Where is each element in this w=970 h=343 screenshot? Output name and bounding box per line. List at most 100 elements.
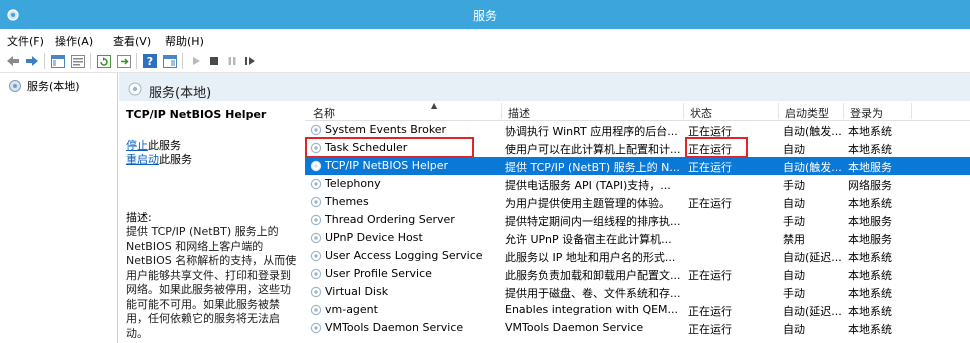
service-status: 正在运行 (688, 323, 732, 336)
service-description: VMTools Daemon Service (505, 321, 644, 334)
service-description: 协调执行 WinRT 应用程序的后台... (505, 125, 678, 138)
services-list: 名称 ▲ 描述 状态 启动类型 登录为 System Events Broker… (305, 101, 970, 343)
stop-service-link[interactable]: 停止 (126, 139, 148, 152)
start-service-icon[interactable] (188, 53, 204, 69)
services-gear-icon (9, 80, 21, 92)
back-arrow-icon[interactable] (5, 53, 21, 69)
tree-item-services-local[interactable]: 服务(本地) (8, 78, 80, 94)
restart-service-link[interactable]: 重启动 (126, 153, 159, 166)
service-rows: System Events Broker 协调执行 WinRT 应用程序的后台..… (305, 121, 970, 337)
console-tree-icon[interactable] (50, 53, 66, 69)
service-log-on-as: 本地系统 (848, 305, 892, 318)
content-area: 服务(本地) TCP/IP NetBIOS Helper 停止此服务 重启动此服… (119, 73, 970, 343)
service-log-on-as: 本地服务 (848, 233, 892, 246)
table-row[interactable]: Task Scheduler 使用户可以在此计算机上配置和计... 正在运行 自动 本地… (305, 139, 970, 157)
description-label: 描述: (126, 211, 152, 224)
service-log-on-as: 本地系统 (848, 287, 892, 300)
restart-service-icon[interactable] (242, 53, 258, 69)
service-name-cell: Thread Ordering Server (310, 213, 498, 226)
service-log-on-as: 本地系统 (848, 197, 892, 210)
table-row[interactable]: Thread Ordering Server 提供特定期间内一组线程的排序执...… (305, 211, 970, 229)
service-name-cell: User Profile Service (310, 267, 498, 280)
service-log-on-as: 网络服务 (848, 179, 892, 192)
service-name: vm-agent (325, 303, 378, 316)
service-gear-icon (310, 196, 322, 207)
service-description: 为用户提供使用主题管理的体验。 (505, 197, 670, 210)
service-status: 正在运行 (688, 305, 732, 318)
service-gear-icon (310, 268, 322, 279)
service-gear-icon (310, 250, 322, 261)
service-name: VMTools Daemon Service (325, 321, 464, 334)
refresh-icon[interactable] (96, 53, 112, 69)
menu-action[interactable]: 操作(A) (55, 33, 93, 49)
service-startup-type: 手动 (783, 179, 805, 192)
service-gear-icon (310, 142, 322, 153)
service-gear-icon (310, 214, 322, 225)
service-name: User Access Logging Service (325, 249, 483, 262)
column-header-status[interactable]: 状态 (690, 105, 712, 120)
help-icon[interactable]: ? (142, 53, 158, 69)
service-description: 此服务以 IP 地址和用户名的形式... (505, 251, 676, 264)
service-log-on-as: 本地系统 (848, 269, 892, 282)
service-startup-type: 自动 (783, 323, 805, 336)
service-name: UPnP Device Host (325, 231, 423, 244)
service-gear-icon (310, 286, 322, 297)
service-description: 提供电话服务 API (TAPI)支持，... (505, 179, 671, 192)
service-name-cell: TCP/IP NetBIOS Helper (310, 159, 498, 172)
menu-view[interactable]: 查看(V) (113, 33, 151, 49)
restart-service-suffix: 此服务 (159, 153, 192, 166)
description-text: 提供 TCP/IP (NetBT) 服务上的 NetBIOS 和网络上客户端的 … (126, 225, 297, 340)
table-row[interactable]: System Events Broker 协调执行 WinRT 应用程序的后台..… (305, 121, 970, 139)
column-header-log-on-as[interactable]: 登录为 (850, 105, 883, 120)
tree-item-label: 服务(本地) (27, 80, 80, 93)
service-name: TCP/IP NetBIOS Helper (325, 159, 449, 172)
service-name-cell: System Events Broker (310, 123, 498, 136)
table-row[interactable]: vm-agent Enables integration with QEM... 正… (305, 301, 970, 319)
table-row[interactable]: User Profile Service 此服务负责加载和卸载用户配置文... 正在… (305, 265, 970, 283)
service-name: Telephony (325, 177, 381, 190)
list-header: 名称 ▲ 描述 状态 启动类型 登录为 (305, 101, 970, 121)
service-name: System Events Broker (325, 123, 447, 136)
show-hide-action-pane-icon[interactable] (162, 53, 178, 69)
service-startup-type: 自动(触发... (783, 161, 842, 174)
forward-arrow-icon[interactable] (24, 53, 40, 69)
table-row[interactable]: User Access Logging Service 此服务以 IP 地址和用户… (305, 247, 970, 265)
export-list-icon[interactable] (116, 53, 132, 69)
service-name-cell: Task Scheduler (310, 141, 498, 154)
service-status: 正在运行 (688, 143, 732, 156)
service-description: 提供用于磁盘、卷、文件系统和存... (505, 287, 681, 300)
menu-help[interactable]: 帮助(H) (165, 33, 204, 49)
service-name: Thread Ordering Server (325, 213, 455, 226)
table-row[interactable]: Telephony 提供电话服务 API (TAPI)支持，... 手动 网络服务 (305, 175, 970, 193)
service-description: 提供特定期间内一组线程的排序执... (505, 215, 681, 228)
table-row[interactable]: VMTools Daemon Service VMTools Daemon Ser… (305, 319, 970, 337)
service-name-cell: User Access Logging Service (310, 249, 498, 262)
table-row[interactable]: UPnP Device Host 允许 UPnP 设备宿主在此计算机... 禁用 本地… (305, 229, 970, 247)
services-gear-icon (128, 82, 142, 96)
service-description: 提供 TCP/IP (NetBT) 服务上的 N... (505, 161, 680, 174)
service-startup-type: 自动(延迟... (783, 251, 842, 264)
table-row[interactable]: TCP/IP NetBIOS Helper 提供 TCP/IP (NetBT) 服… (305, 157, 970, 175)
menu-file[interactable]: 文件(F) (7, 33, 44, 49)
service-status: 正在运行 (688, 197, 732, 210)
table-row[interactable]: Themes 为用户提供使用主题管理的体验。 正在运行 自动 本地系统 (305, 193, 970, 211)
service-startup-type: 手动 (783, 287, 805, 300)
service-startup-type: 自动 (783, 197, 805, 210)
column-header-description[interactable]: 描述 (508, 105, 530, 120)
svg-text:?: ? (147, 55, 153, 68)
description-pane: TCP/IP NetBIOS Helper 停止此服务 重启动此服务 描述: 提… (119, 101, 305, 343)
stop-service-suffix: 此服务 (148, 139, 181, 152)
column-header-startup-type[interactable]: 启动类型 (785, 105, 829, 120)
service-description: Enables integration with QEM... (505, 303, 679, 316)
table-row[interactable]: Virtual Disk 提供用于磁盘、卷、文件系统和存... 手动 本地系统 (305, 283, 970, 301)
service-name-cell: vm-agent (310, 303, 498, 316)
pause-service-icon[interactable] (224, 53, 240, 69)
service-startup-type: 自动 (783, 269, 805, 282)
service-name-cell: Telephony (310, 177, 498, 190)
service-name: Task Scheduler (325, 141, 408, 154)
column-header-name[interactable]: 名称 (313, 105, 335, 120)
toolbar: ? (0, 49, 970, 73)
window-title: 服务 (472, 9, 497, 23)
properties-icon[interactable] (70, 53, 86, 69)
stop-service-icon[interactable] (206, 53, 222, 69)
